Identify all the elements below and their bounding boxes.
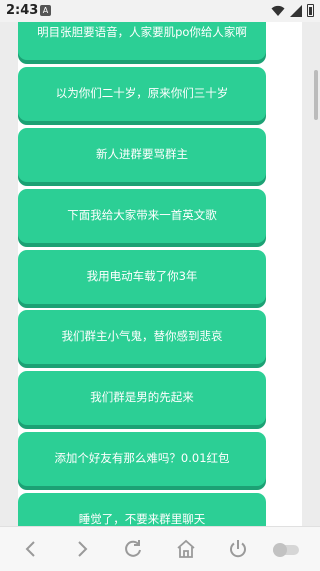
list-item[interactable]: 以为你们二十岁，原来你们三十岁 (18, 66, 266, 121)
status-icons (271, 4, 314, 17)
list-item[interactable]: 下面我给大家带来一首英文歌 (18, 188, 266, 243)
forward-icon (78, 541, 88, 557)
list-item[interactable]: 睡觉了，不要来群里聊天 (18, 493, 266, 526)
home-icon (177, 539, 195, 558)
status-bar: 2:43 A (0, 0, 320, 22)
content-area[interactable]: 明目张胆要语音，人家要肌po你给人家啊 以为你们二十岁，原来你们三十岁 新人进群… (0, 22, 320, 526)
back-button[interactable] (19, 537, 43, 561)
home-button[interactable] (174, 537, 198, 561)
wifi-icon (271, 5, 285, 16)
list-item[interactable]: 添加个好友有那么难吗？0.01红包 (18, 432, 266, 487)
signal-icon (290, 4, 302, 17)
browser-toolbar (0, 526, 320, 571)
back-icon (25, 541, 35, 557)
power-icon (230, 540, 246, 558)
refresh-icon (125, 540, 141, 557)
list-item[interactable]: 我们群是男的先起来 (18, 371, 266, 426)
list-item[interactable]: 新人进群要骂群主 (18, 127, 266, 182)
notification-icon: A (40, 5, 51, 16)
forward-button[interactable] (70, 537, 94, 561)
refresh-button[interactable] (121, 537, 145, 561)
list-item[interactable]: 明目张胆要语音，人家要肌po你给人家啊 (18, 22, 266, 60)
scrollbar-thumb[interactable] (314, 70, 318, 120)
toggle-icon (273, 543, 299, 557)
power-button[interactable] (226, 537, 250, 561)
status-time: 2:43 (6, 3, 39, 18)
list-item[interactable]: 我们群主小气鬼，替你感到悲哀 (18, 310, 266, 365)
list-item[interactable]: 我用电动车载了你3年 (18, 249, 266, 304)
phrase-list: 明目张胆要语音，人家要肌po你给人家啊 以为你们二十岁，原来你们三十岁 新人进群… (18, 22, 266, 526)
battery-icon (307, 4, 314, 17)
toggle-switch[interactable] (270, 537, 302, 561)
